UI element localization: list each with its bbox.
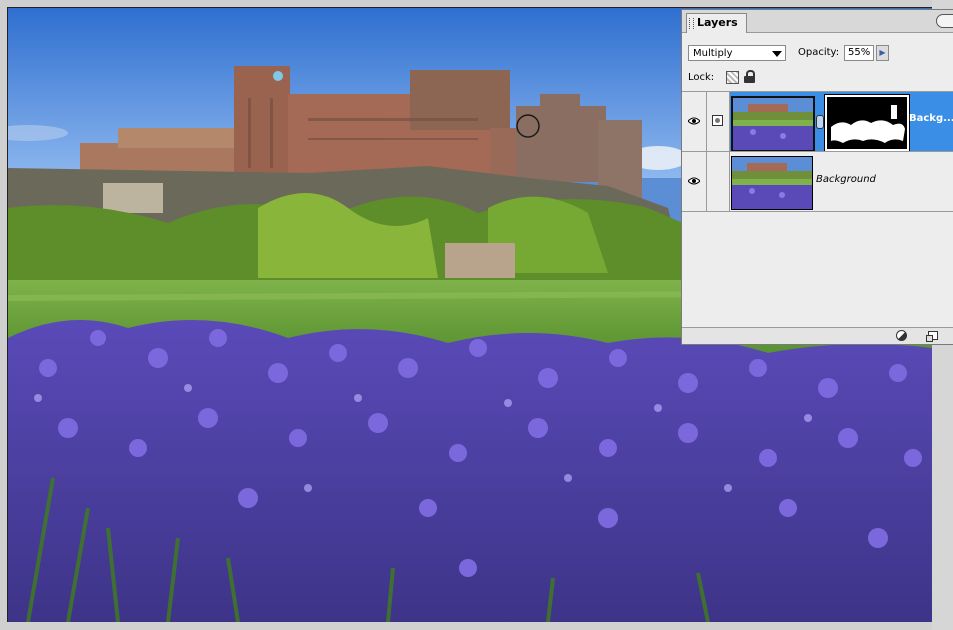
layer-mask-toggle[interactable] (707, 92, 730, 151)
adjustment-layer-icon[interactable] (896, 330, 907, 341)
layer-name[interactable]: Backg... (909, 113, 953, 124)
eye-icon (688, 117, 700, 125)
layer-name[interactable]: Background (816, 174, 876, 185)
chevron-down-icon (772, 51, 782, 57)
lock-icon[interactable] (744, 70, 755, 83)
layer-thumbnail[interactable] (731, 156, 813, 210)
layer-thumbnail[interactable] (731, 96, 815, 152)
opacity-slider-button[interactable]: ▶ (876, 45, 889, 61)
opacity-value: 55% (848, 47, 871, 58)
new-layer-icon[interactable] (926, 331, 938, 342)
layer-mask-icon (712, 115, 723, 126)
visibility-toggle[interactable] (682, 92, 707, 151)
layer-row[interactable]: Backg... (682, 91, 953, 152)
opacity-input[interactable]: 55% (844, 45, 874, 61)
panel-menu-icon[interactable] (936, 14, 953, 28)
grip-icon (689, 18, 694, 29)
layers-tab[interactable]: Layers (686, 13, 747, 33)
layers-tab-label: Layers (697, 16, 738, 29)
layer-link-cell[interactable] (707, 152, 730, 211)
lock-transparent-icon[interactable] (726, 71, 739, 84)
palette-footer (682, 327, 953, 344)
visibility-toggle[interactable] (682, 152, 707, 211)
lock-row: Lock: (688, 70, 948, 86)
link-icon[interactable] (816, 115, 824, 129)
castle-thumbnail-image (732, 157, 812, 209)
blend-options-row: Multiply Opacity: 55% ▶ (688, 45, 950, 63)
mask-thumbnail-image (827, 97, 907, 149)
blend-mode-value: Multiply (693, 48, 733, 59)
canvas-bottom-strip (0, 622, 932, 630)
play-arrow-icon: ▶ (879, 48, 886, 57)
palette-tab-bar: Layers (682, 10, 953, 33)
opacity-label: Opacity: (798, 47, 840, 58)
lock-label: Lock: (688, 72, 715, 83)
castle-thumbnail-image (733, 98, 813, 150)
mask-thumbnail[interactable] (824, 94, 910, 152)
eye-icon (688, 177, 700, 185)
layers-palette[interactable]: Layers Multiply Opacity: 55% ▶ Lock: Bac… (681, 9, 953, 345)
blend-mode-select[interactable]: Multiply (688, 45, 786, 61)
layer-row[interactable]: Background (682, 151, 953, 212)
